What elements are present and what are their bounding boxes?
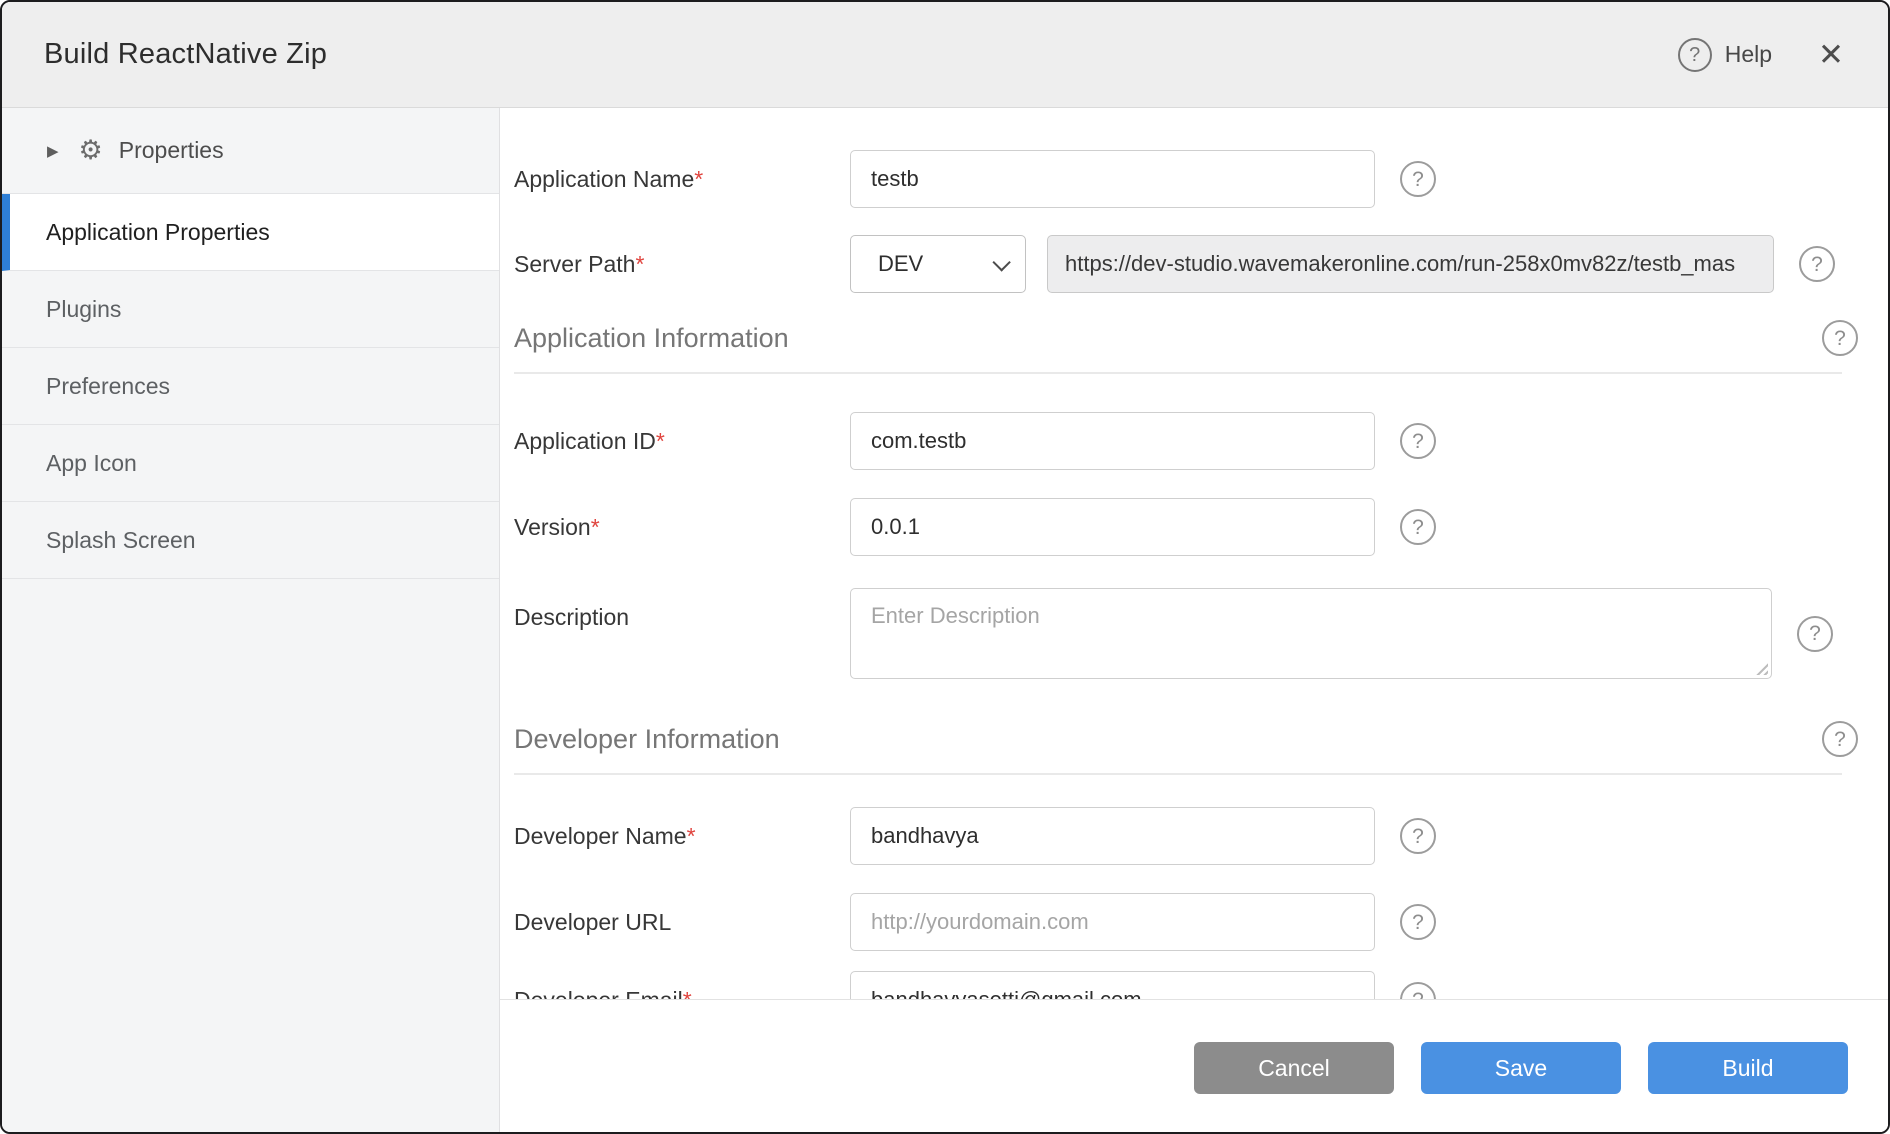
required-asterisk: *	[683, 987, 692, 1000]
save-button[interactable]: Save	[1421, 1042, 1621, 1094]
description-label: Description	[514, 604, 850, 631]
application-id-input[interactable]	[850, 412, 1375, 470]
sidebar-item-label: Plugins	[46, 296, 121, 323]
label-text: Developer Email	[514, 987, 683, 1000]
developer-email-help-icon[interactable]: ?	[1400, 982, 1436, 999]
section-divider	[514, 773, 1842, 775]
sidebar-item-application-properties[interactable]: Application Properties	[2, 194, 499, 271]
developer-name-label: Developer Name*	[514, 823, 850, 850]
help-button[interactable]: ? Help	[1678, 38, 1772, 72]
version-input[interactable]	[850, 498, 1375, 556]
developer-url-help-icon[interactable]: ?	[1400, 904, 1436, 940]
label-text: Application ID	[514, 428, 656, 454]
sidebar-item-label: Splash Screen	[46, 527, 196, 554]
developer-email-label: Developer Email*	[514, 987, 850, 1000]
required-asterisk: *	[635, 251, 644, 277]
application-id-label: Application ID*	[514, 428, 850, 455]
description-help-icon[interactable]: ?	[1797, 616, 1833, 652]
gear-icon: ⚙	[79, 137, 103, 164]
developer-email-input[interactable]	[850, 971, 1375, 999]
sidebar-item-plugins[interactable]: Plugins	[2, 271, 499, 348]
developer-name-help-icon[interactable]: ?	[1400, 818, 1436, 854]
application-id-row: Application ID* ?	[514, 412, 1888, 470]
server-path-select[interactable]: DEV	[850, 235, 1026, 293]
label-text: Developer Name	[514, 823, 687, 849]
description-textarea-wrap	[850, 588, 1772, 679]
dialog-title: Build ReactNative Zip	[44, 38, 327, 71]
sidebar-item-label: Preferences	[46, 373, 170, 400]
server-path-label: Server Path*	[514, 251, 850, 278]
label-text: Server Path	[514, 251, 635, 277]
sidebar-item-app-icon[interactable]: App Icon	[2, 425, 499, 502]
main-panel: Application Name* ? Server Path* DEV htt…	[500, 108, 1888, 1132]
developer-url-label: Developer URL	[514, 909, 850, 936]
sidebar-item-preferences[interactable]: Preferences	[2, 348, 499, 425]
dialog-body: ▶ ⚙ Properties Application Properties Pl…	[2, 108, 1888, 1132]
help-button-label: Help	[1725, 41, 1772, 68]
developer-url-row: Developer URL ?	[514, 893, 1888, 951]
build-reactnative-zip-dialog: Build ReactNative Zip ? Help ✕ ▶ ⚙ Prope…	[0, 0, 1890, 1134]
required-asterisk: *	[591, 514, 600, 540]
dialog-footer: Cancel Save Build	[500, 999, 1888, 1132]
application-name-row: Application Name* ?	[514, 150, 1888, 208]
header-actions: ? Help ✕	[1678, 38, 1844, 72]
version-help-icon[interactable]: ?	[1400, 509, 1436, 545]
sidebar: ▶ ⚙ Properties Application Properties Pl…	[2, 108, 500, 1132]
server-path-help-icon[interactable]: ?	[1799, 246, 1835, 282]
server-path-url-field: https://dev-studio.wavemakeronline.com/r…	[1047, 235, 1774, 293]
label-text: Version	[514, 514, 591, 540]
section-divider	[514, 372, 1842, 374]
sidebar-group-properties[interactable]: ▶ ⚙ Properties	[2, 108, 499, 194]
section-title: Developer Information	[514, 724, 780, 755]
application-name-input[interactable]	[850, 150, 1375, 208]
application-information-help-icon[interactable]: ?	[1822, 320, 1858, 356]
section-title: Application Information	[514, 323, 789, 354]
sidebar-item-splash-screen[interactable]: Splash Screen	[2, 502, 499, 579]
label-text: Application Name	[514, 166, 694, 192]
cancel-button[interactable]: Cancel	[1194, 1042, 1394, 1094]
dialog-header: Build ReactNative Zip ? Help ✕	[2, 2, 1888, 108]
version-label: Version*	[514, 514, 850, 541]
close-icon[interactable]: ✕	[1818, 39, 1844, 70]
server-path-selected-value: DEV	[878, 251, 923, 277]
required-asterisk: *	[656, 428, 665, 454]
developer-information-section-header: Developer Information ?	[514, 721, 1888, 757]
application-id-help-icon[interactable]: ?	[1400, 423, 1436, 459]
help-circle-icon: ?	[1678, 38, 1712, 72]
version-row: Version* ?	[514, 498, 1888, 556]
sidebar-item-label: App Icon	[46, 450, 137, 477]
required-asterisk: *	[687, 823, 696, 849]
developer-email-row: Developer Email* ?	[514, 971, 1888, 999]
footer-buttons: Cancel Save Build	[1194, 1042, 1848, 1094]
sidebar-item-label: Application Properties	[46, 219, 270, 246]
application-information-section-header: Application Information ?	[514, 320, 1888, 356]
form-scroll-area[interactable]: Application Name* ? Server Path* DEV htt…	[500, 108, 1888, 999]
build-button[interactable]: Build	[1648, 1042, 1848, 1094]
application-name-label: Application Name*	[514, 166, 850, 193]
chevron-down-icon	[992, 253, 1010, 271]
server-path-row: Server Path* DEV https://dev-studio.wave…	[514, 235, 1888, 293]
caret-right-icon: ▶	[47, 142, 59, 160]
application-name-help-icon[interactable]: ?	[1400, 161, 1436, 197]
developer-name-row: Developer Name* ?	[514, 807, 1888, 865]
developer-url-input[interactable]	[850, 893, 1375, 951]
developer-name-input[interactable]	[850, 807, 1375, 865]
developer-information-help-icon[interactable]: ?	[1822, 721, 1858, 757]
sidebar-group-label: Properties	[119, 137, 224, 164]
description-row: Description ?	[514, 588, 1888, 679]
description-textarea[interactable]	[850, 588, 1772, 679]
required-asterisk: *	[694, 166, 703, 192]
